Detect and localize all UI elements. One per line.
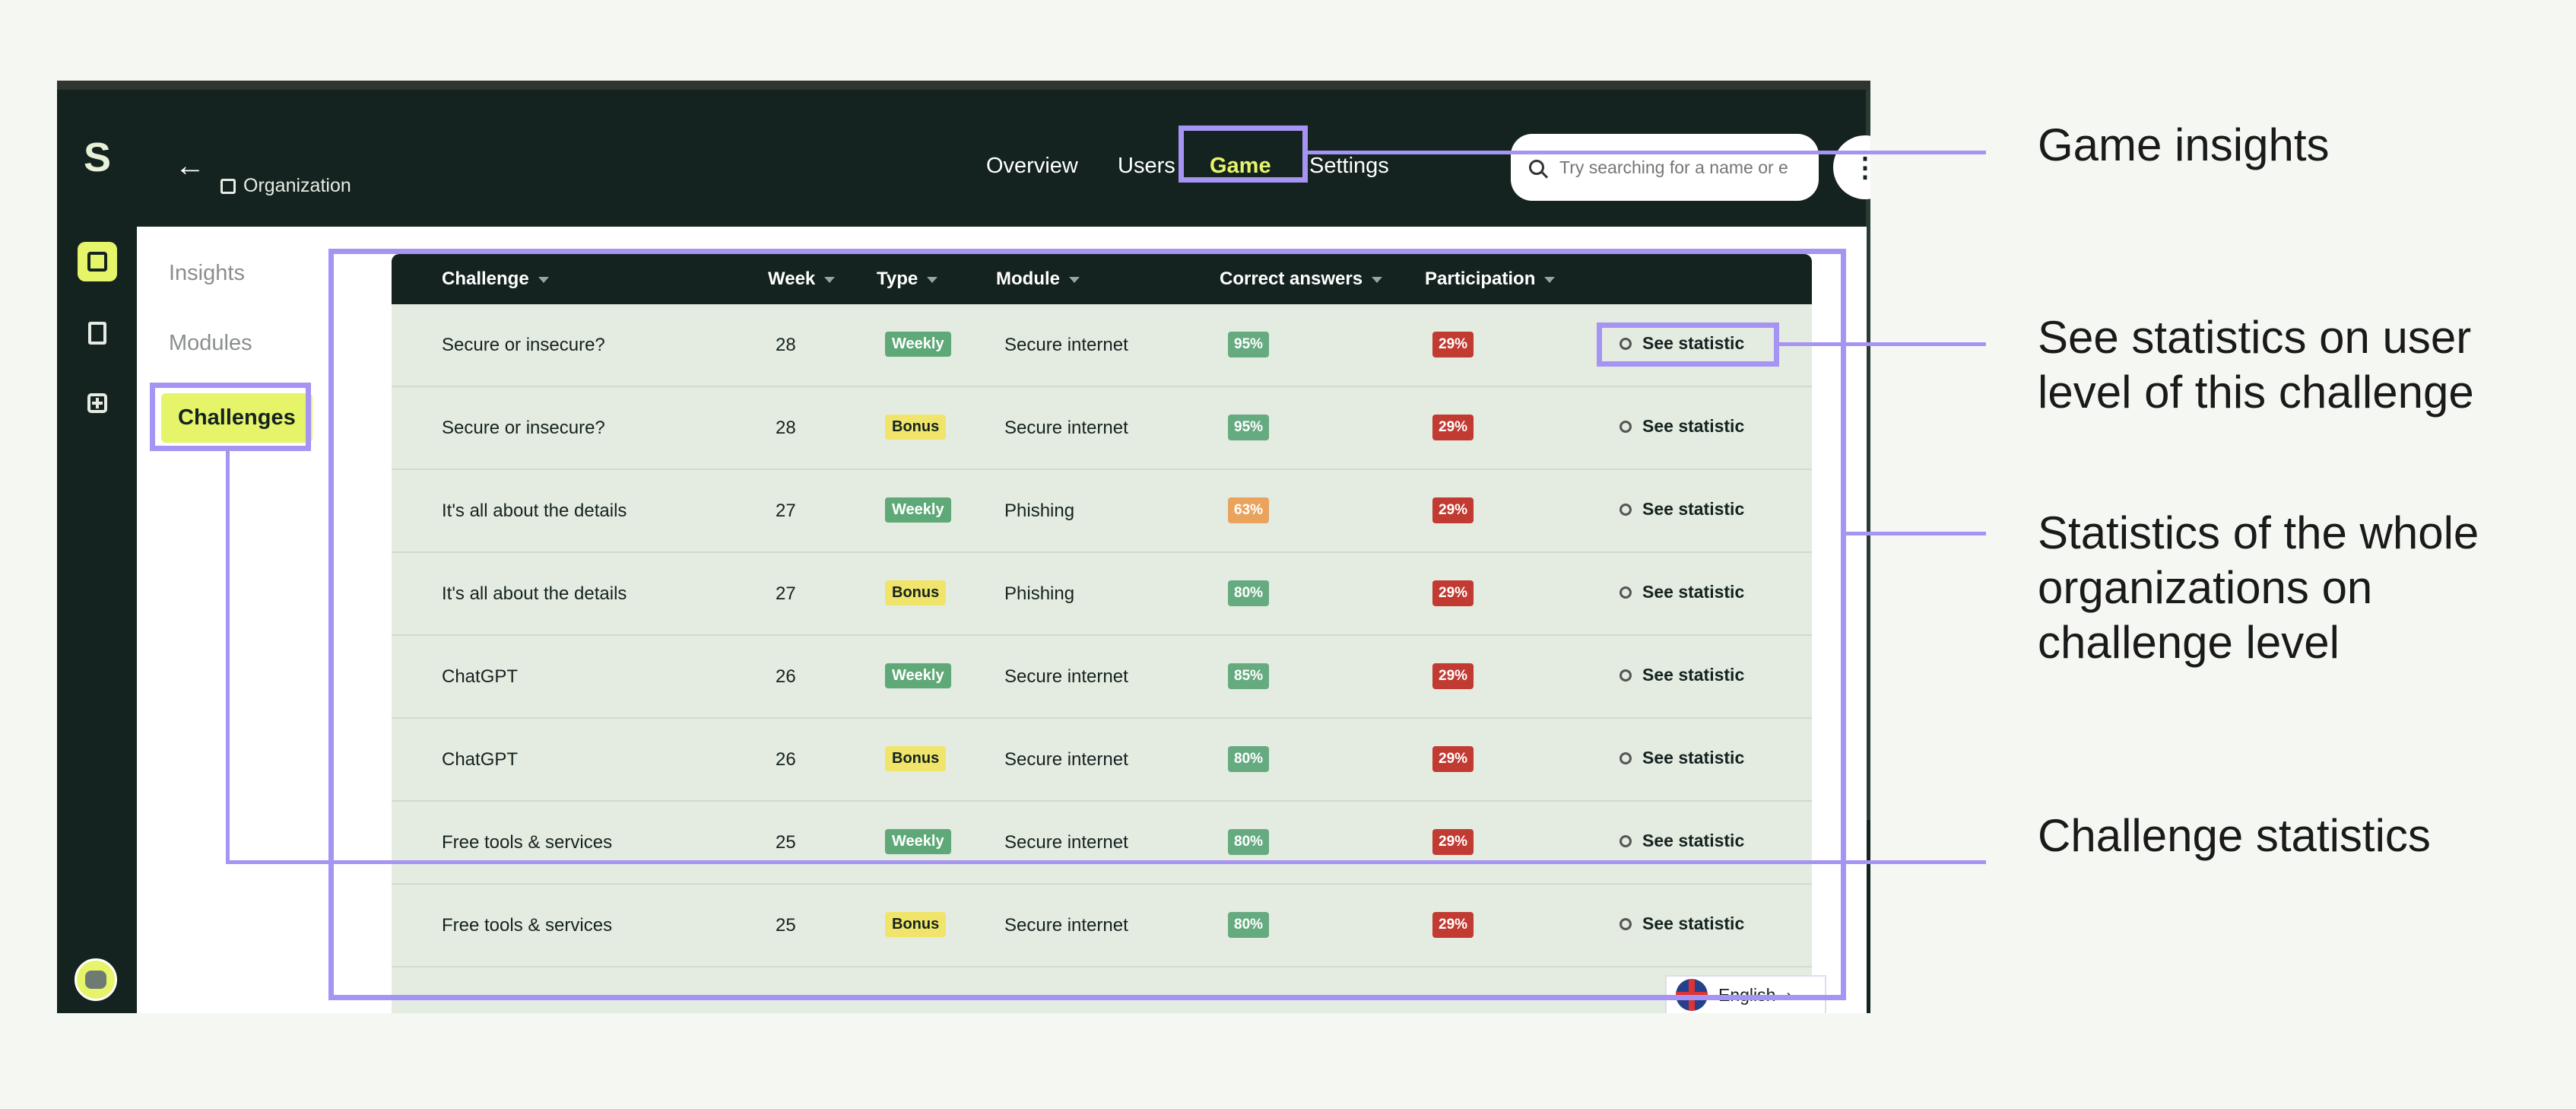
building-icon [220,178,236,194]
robot-avatar-icon [85,971,106,989]
callout-line: organizations on [2038,562,2373,613]
tab-settings[interactable]: Settings [1309,154,1389,179]
highlight-table [328,249,1846,1000]
icon-rail: S [57,90,137,1013]
connector-line-game [1308,151,1986,154]
more-options-button[interactable]: ⋮ [1833,135,1870,199]
top-bar: ← Organization Overview Users Game Setti… [137,90,1870,227]
callout-user-level: See statistics on user level of this cha… [2038,310,2474,420]
logo-icon: S [83,135,112,180]
highlight-game-tab [1179,126,1308,183]
search-input[interactable] [1558,156,1804,179]
vertical-dots-icon: ⋮ [1851,151,1870,183]
connector-line-challenge [226,860,1986,864]
search-box [1511,134,1819,201]
search-icon [1529,160,1544,175]
first-aid-kit-icon [87,393,107,413]
arrow-left-icon[interactable]: ← [175,149,205,183]
subnav-insights[interactable]: Insights [169,261,245,286]
callout-org-level: Statistics of the whole organizations on… [2038,506,2479,670]
callout-line: level of this challenge [2038,367,2474,418]
callout-challenge-statistics: Challenge statistics [2038,810,2431,861]
organization-nav-button[interactable] [78,242,117,281]
subnav-modules[interactable]: Modules [169,331,252,356]
tab-users[interactable]: Users [1118,154,1175,179]
callout-line: challenge level [2038,617,2340,668]
org-label: Organization [243,175,351,196]
breadcrumb: Organization [220,175,351,197]
building-icon [87,252,107,272]
reports-nav-button[interactable] [78,313,117,353]
avatar[interactable] [75,958,117,1001]
tab-overview[interactable]: Overview [986,154,1078,179]
toolkit-nav-button[interactable] [78,383,117,423]
highlight-challenges-tab [150,383,311,451]
callout-game-insights: Game insights [2038,119,2330,170]
connector-line-org-level [1846,532,1986,535]
connector-line-challenge-vertical [226,451,230,864]
callout-line: Statistics of the whole [2038,507,2479,558]
document-download-icon [88,322,106,345]
callout-line: See statistics on user [2038,312,2472,363]
